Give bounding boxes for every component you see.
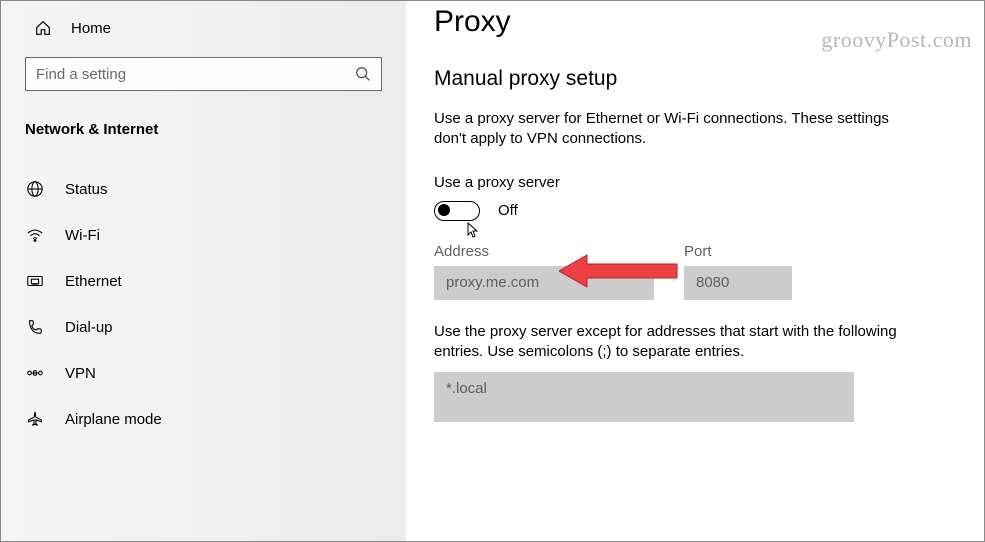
sidebar-item-label: Wi-Fi	[65, 227, 100, 244]
sidebar-item-wifi[interactable]: Wi-Fi	[1, 212, 406, 258]
port-input[interactable]	[684, 266, 792, 300]
vpn-icon	[25, 364, 45, 382]
address-port-row: Address Port	[434, 243, 946, 300]
search-input[interactable]	[36, 66, 353, 83]
search-box[interactable]	[25, 57, 382, 91]
toggle-label: Use a proxy server	[434, 174, 946, 191]
cursor-icon	[467, 222, 481, 243]
section-heading: Manual proxy setup	[434, 67, 946, 91]
settings-sidebar: Home Network & Internet	[1, 1, 406, 541]
exceptions-input[interactable]	[434, 372, 854, 422]
home-icon	[33, 19, 53, 37]
sidebar-home[interactable]: Home	[1, 9, 406, 47]
proxy-toggle-row: Off	[434, 201, 946, 221]
address-label: Address	[434, 243, 654, 260]
toggle-state: Off	[498, 202, 518, 219]
watermark: groovyPost.com	[821, 27, 972, 53]
sidebar-item-vpn[interactable]: VPN	[1, 350, 406, 396]
sidebar-item-dialup[interactable]: Dial-up	[1, 304, 406, 350]
sidebar-nav: Status Wi-Fi	[1, 166, 406, 442]
ethernet-icon	[25, 272, 45, 290]
port-label: Port	[684, 243, 792, 260]
address-input[interactable]	[434, 266, 654, 300]
search-icon	[353, 65, 373, 83]
sidebar-item-label: VPN	[65, 365, 96, 382]
sidebar-item-label: Status	[65, 181, 108, 198]
sidebar-item-airplane[interactable]: Airplane mode	[1, 396, 406, 442]
content-pane: Proxy Manual proxy setup Use a proxy ser…	[406, 1, 984, 541]
address-column: Address	[434, 243, 654, 300]
phone-icon	[25, 318, 45, 336]
sidebar-item-label: Ethernet	[65, 273, 122, 290]
sidebar-item-label: Airplane mode	[65, 411, 162, 428]
globe-icon	[25, 180, 45, 198]
airplane-icon	[25, 410, 45, 428]
search-wrap	[1, 47, 406, 103]
sidebar-item-ethernet[interactable]: Ethernet	[1, 258, 406, 304]
sidebar-item-label: Dial-up	[65, 319, 113, 336]
section-description: Use a proxy server for Ethernet or Wi-Fi…	[434, 109, 914, 150]
home-label: Home	[71, 20, 111, 37]
sidebar-item-status[interactable]: Status	[1, 166, 406, 212]
proxy-toggle[interactable]	[434, 201, 480, 221]
wifi-icon	[25, 226, 45, 244]
port-column: Port	[684, 243, 792, 300]
exceptions-description: Use the proxy server except for addresse…	[434, 322, 934, 363]
sidebar-section-title: Network & Internet	[1, 103, 406, 148]
